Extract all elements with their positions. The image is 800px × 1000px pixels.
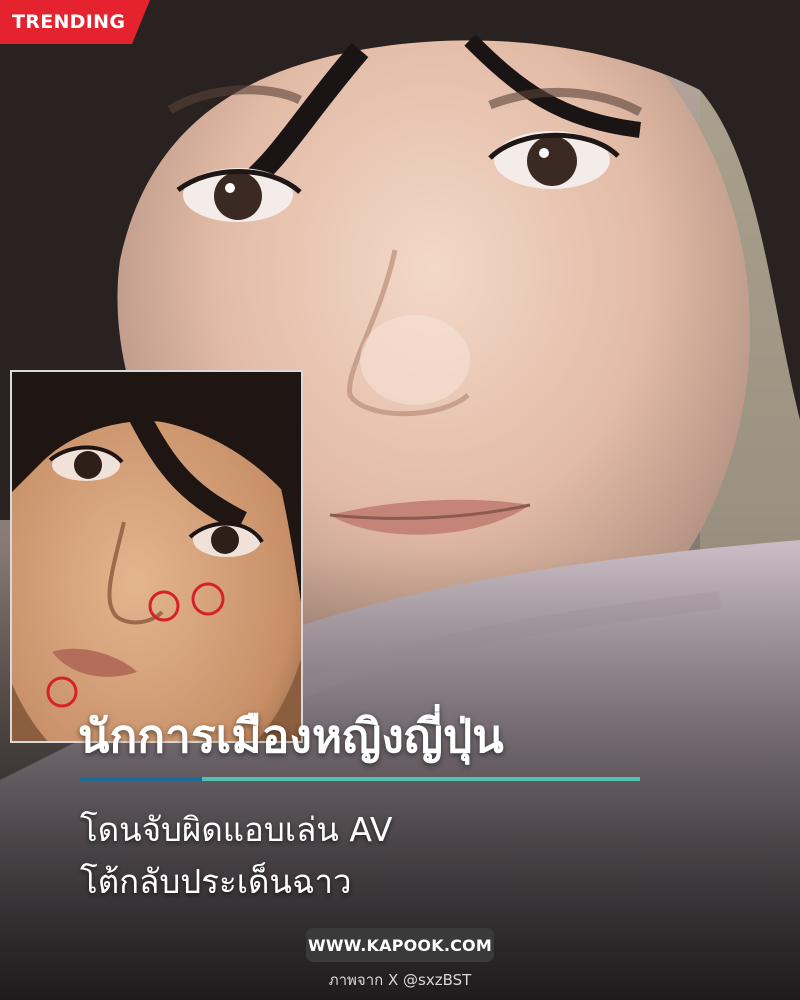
headline-subline-2: โต้กลับประเด็นฉาว [80, 862, 352, 901]
headline-title: นักการเมืองหญิงญี่ปุ่น [78, 709, 504, 763]
site-url-label: WWW.KAPOOK.COM [308, 935, 492, 955]
headline-subline-1: โดนจับผิดแอบเล่น AV [80, 810, 393, 849]
trending-badge-label: TRENDING [12, 11, 126, 33]
site-url-badge: WWW.KAPOOK.COM [306, 928, 494, 962]
news-thumbnail: TRENDING นักการเมืองหญิงญี่ปุ่น โดนจับผิ… [0, 0, 800, 1000]
inset-comparison-photo [10, 370, 303, 743]
trending-badge: TRENDING [0, 0, 150, 44]
photo-credit: ภาพจาก X @sxzBST [328, 971, 472, 989]
headline-underline-accent [80, 777, 202, 781]
